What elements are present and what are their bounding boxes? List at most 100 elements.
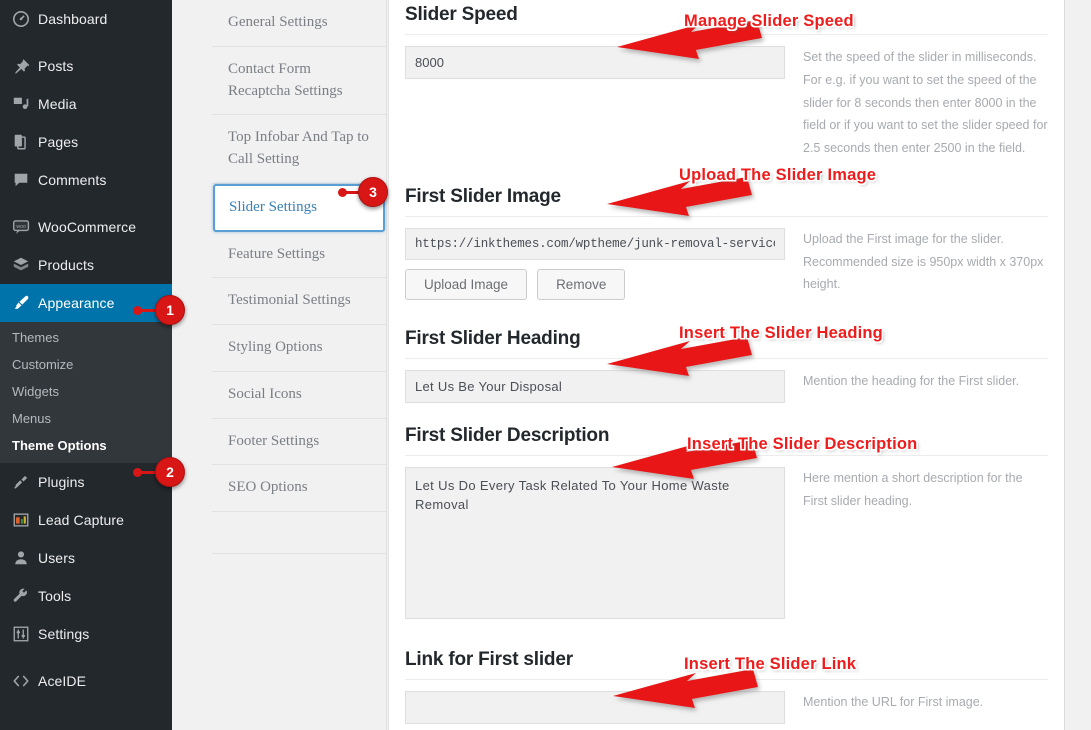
sidebar-item-pages[interactable]: Pages	[0, 123, 172, 161]
menu-separator	[0, 38, 172, 47]
nav-empty-tail	[212, 512, 386, 554]
nav-item-label: Contact Form Recaptcha Settings	[228, 60, 343, 99]
sidebar-item-label: Posts	[38, 58, 74, 74]
nav-item-label: Footer Settings	[228, 432, 320, 449]
submenu-item-widgets[interactable]: Widgets	[0, 378, 172, 405]
sidebar-item-appearance[interactable]: Appearance	[0, 284, 172, 322]
remove-image-button[interactable]: Remove	[537, 268, 626, 300]
theme-options-nav: General Settings Contact Form Recaptcha …	[212, 0, 387, 730]
pin-icon	[12, 56, 38, 76]
sidebar-item-plugins[interactable]: Plugins	[0, 463, 172, 501]
nav-item-feature-settings[interactable]: Feature Settings	[212, 232, 386, 279]
nav-item-label: Testimonial Settings	[228, 292, 351, 309]
field-title: First Slider Heading	[405, 327, 581, 349]
left-gutter	[172, 0, 212, 730]
slider-speed-input[interactable]	[405, 46, 785, 79]
nav-item-social-icons[interactable]: Social Icons	[212, 372, 386, 419]
sidebar-item-label: Products	[38, 257, 95, 273]
woocommerce-icon: woo	[12, 217, 38, 237]
tools-wrench-icon	[12, 586, 38, 606]
field-help-text: Here mention a short description for the…	[803, 470, 1023, 508]
sidebar-item-label: Dashboard	[38, 11, 108, 27]
nav-item-label: SEO Options	[228, 479, 308, 496]
field-title: First Slider Image	[405, 185, 561, 207]
nav-item-styling-options[interactable]: Styling Options	[212, 325, 386, 372]
field-first-slider-heading: First Slider Heading Mention the heading…	[389, 300, 1064, 403]
field-help-text: Set the speed of the slider in milliseco…	[803, 50, 1048, 155]
field-title: Link for First slider	[405, 648, 573, 670]
field-link-for-first-slider: Link for First slider Mention the URL fo…	[389, 624, 1064, 724]
field-help-text: Mention the heading for the First slider…	[803, 373, 1020, 388]
svg-text:woo: woo	[16, 224, 26, 230]
first-slider-image-url-input[interactable]	[405, 227, 785, 260]
media-icon	[12, 94, 38, 114]
pages-icon	[12, 132, 38, 152]
sidebar-item-label: Appearance	[38, 295, 115, 311]
sidebar-item-label: Tools	[38, 588, 72, 604]
field-title: Slider Speed	[405, 4, 518, 25]
field-help-text: Upload the First image for the slider. R…	[803, 231, 1044, 292]
sidebar-item-aceide[interactable]: AceIDE	[0, 662, 172, 700]
field-first-slider-description: First Slider Description Here mention a …	[389, 403, 1064, 624]
upload-image-button[interactable]: Upload Image	[405, 268, 528, 300]
submenu-item-menus[interactable]: Menus	[0, 405, 172, 432]
nav-item-label: Feature Settings	[228, 245, 326, 262]
sidebar-item-woocommerce[interactable]: woo WooCommerce	[0, 208, 172, 246]
sidebar-item-comments[interactable]: Comments	[0, 161, 172, 199]
dashboard-icon	[12, 9, 38, 29]
nav-item-seo-options[interactable]: SEO Options	[212, 465, 386, 512]
nav-item-slider-settings[interactable]: Slider Settings	[213, 183, 385, 232]
nav-item-top-infobar-and-tap-to-call-setting[interactable]: Top Infobar And Tap to Call Setting	[212, 115, 386, 184]
submenu-item-themes[interactable]: Themes	[0, 324, 172, 351]
sidebar-item-settings[interactable]: Settings	[0, 615, 172, 653]
nav-item-label: General Settings	[228, 14, 328, 30]
submenu-item-theme-options[interactable]: Theme Options	[0, 432, 172, 459]
first-slider-heading-input[interactable]	[405, 369, 785, 403]
sidebar-item-label: Pages	[38, 134, 79, 150]
nav-item-label: Top Infobar And Tap to Call Setting	[228, 129, 369, 167]
settings-sliders-icon	[12, 624, 38, 644]
first-slider-link-input[interactable]	[405, 690, 785, 724]
submenu-label: Themes	[12, 330, 59, 345]
lead-capture-icon	[12, 510, 38, 530]
nav-item-contact-form-recaptcha-settings[interactable]: Contact Form Recaptcha Settings	[212, 47, 386, 116]
sidebar-item-label: AceIDE	[38, 673, 87, 689]
nav-item-testimonial-settings[interactable]: Testimonial Settings	[212, 278, 386, 325]
field-title: First Slider Description	[405, 424, 610, 446]
submenu-label: Customize	[12, 357, 74, 372]
sidebar-item-tools[interactable]: Tools	[0, 577, 172, 615]
wp-admin-sidebar: Dashboard Posts Media Pages Comments woo…	[0, 0, 172, 730]
sidebar-item-dashboard[interactable]: Dashboard	[0, 0, 172, 38]
settings-form-panel: Slider Speed Set the speed of the slider…	[388, 0, 1064, 730]
plugins-plug-icon	[12, 472, 38, 492]
submenu-label: Menus	[12, 411, 52, 426]
nav-item-label: Social Icons	[228, 385, 302, 402]
sidebar-item-media[interactable]: Media	[0, 85, 172, 123]
sidebar-item-label: Users	[38, 550, 76, 566]
sidebar-item-label: Comments	[38, 172, 107, 188]
sidebar-item-products[interactable]: Products	[0, 246, 172, 284]
nav-item-footer-settings[interactable]: Footer Settings	[212, 419, 386, 466]
submenu-label: Widgets	[12, 384, 59, 399]
sidebar-item-lead-capture[interactable]: Lead Capture	[0, 501, 172, 539]
nav-item-general-settings[interactable]: General Settings	[212, 0, 386, 47]
sidebar-item-users[interactable]: Users	[0, 539, 172, 577]
page-scroll-area[interactable]	[1064, 0, 1091, 730]
code-brackets-icon	[12, 671, 38, 691]
products-icon	[12, 255, 38, 275]
nav-item-label: Slider Settings	[229, 198, 317, 215]
sidebar-item-label: Plugins	[38, 474, 85, 490]
menu-separator	[0, 199, 172, 208]
menu-separator	[0, 653, 172, 662]
image-button-row: Upload Image Remove	[405, 260, 785, 300]
field-first-slider-image: First Slider Image Upload Image Remove U…	[389, 160, 1064, 300]
submenu-label: Theme Options	[12, 438, 107, 453]
field-slider-speed: Slider Speed Set the speed of the slider…	[389, 0, 1064, 160]
submenu-item-customize[interactable]: Customize	[0, 351, 172, 378]
first-slider-description-textarea[interactable]	[405, 466, 785, 619]
appearance-brush-icon	[12, 293, 38, 313]
sidebar-item-posts[interactable]: Posts	[0, 47, 172, 85]
users-icon	[12, 548, 38, 568]
sidebar-item-label: Lead Capture	[38, 512, 125, 528]
sidebar-item-label: Media	[38, 96, 77, 112]
